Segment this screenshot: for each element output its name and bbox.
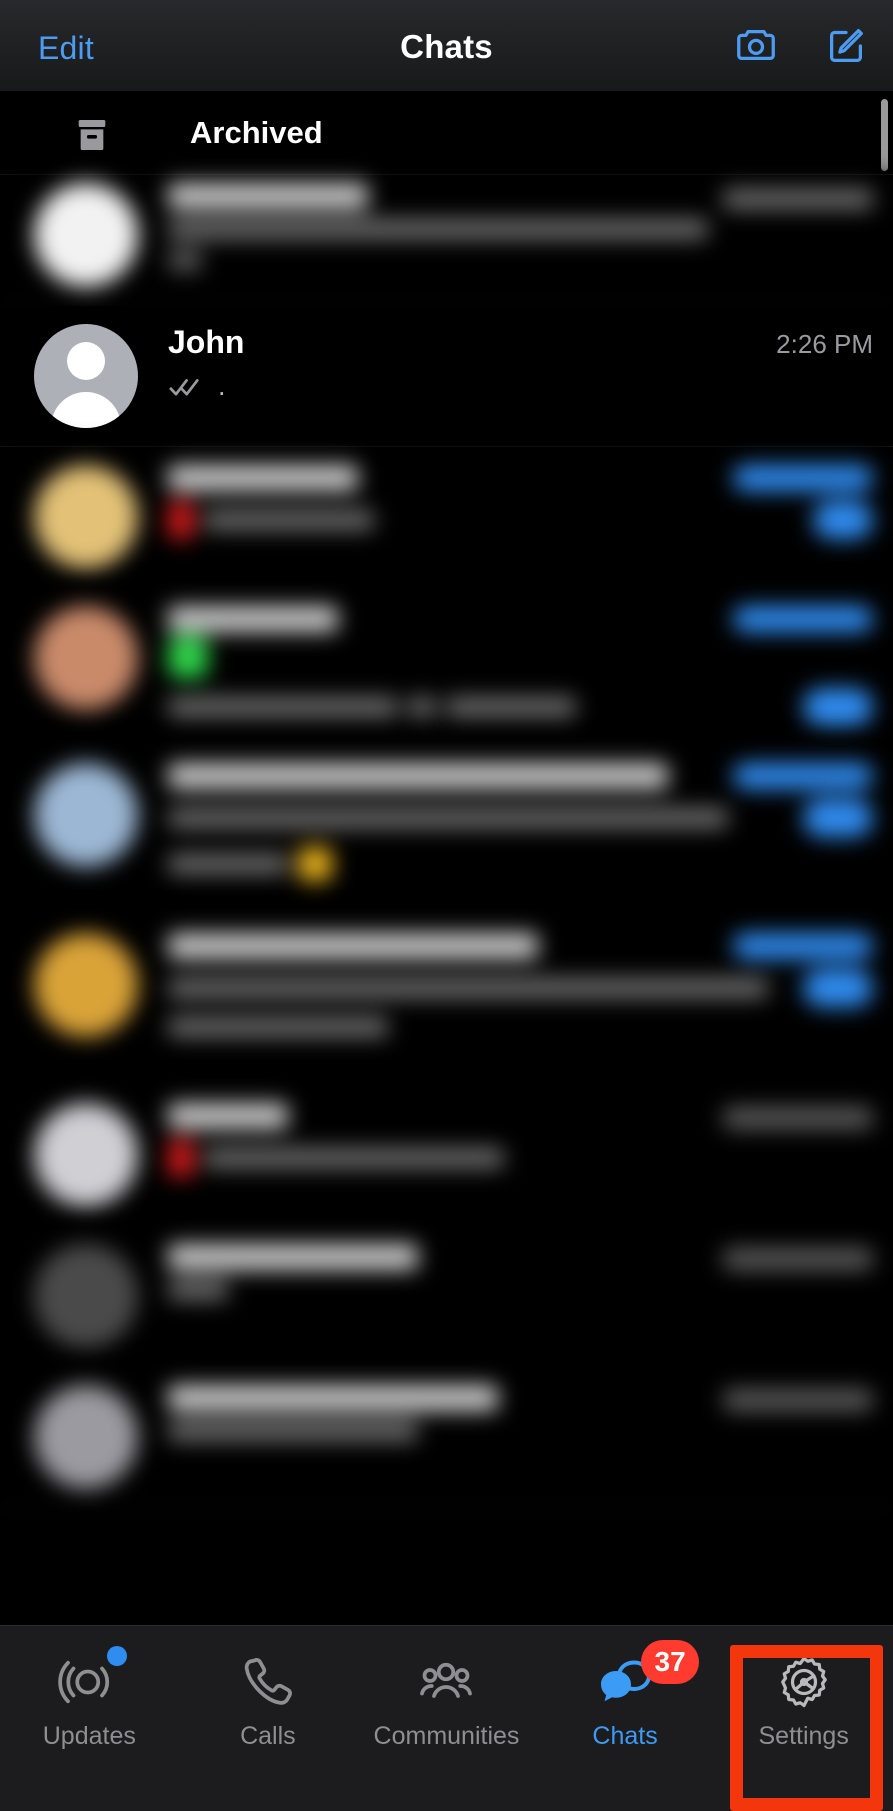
tab-calls[interactable]: Calls <box>179 1626 358 1751</box>
chat-preview <box>204 510 374 530</box>
chat-preview <box>168 1280 228 1300</box>
chat-name <box>168 933 538 959</box>
avatar <box>34 933 138 1037</box>
list-item[interactable] <box>0 745 893 915</box>
emoji-glyph <box>168 501 194 539</box>
list-item[interactable] <box>0 588 893 745</box>
navbar-actions <box>731 22 871 68</box>
compose-icon[interactable] <box>821 22 871 68</box>
unread-badge <box>803 969 873 1007</box>
list-item[interactable] <box>0 1367 893 1508</box>
archived-row[interactable]: Archived <box>0 91 893 175</box>
chat-name <box>168 606 338 632</box>
avatar <box>34 1103 138 1207</box>
unread-badge <box>803 799 873 837</box>
chat-time <box>723 1248 873 1270</box>
chat-preview <box>168 697 398 717</box>
phone-icon <box>236 1652 300 1712</box>
chat-preview <box>168 808 728 828</box>
archived-label: Archived <box>190 114 323 150</box>
unread-badge <box>168 249 202 271</box>
tab-updates[interactable]: Updates <box>0 1626 179 1751</box>
tab-settings[interactable]: Settings <box>714 1626 893 1751</box>
chat-preview <box>168 219 708 239</box>
avatar <box>34 763 138 867</box>
scrollbar[interactable] <box>881 99 888 171</box>
avatar <box>34 1244 138 1348</box>
chat-preview: . <box>218 371 226 401</box>
unread-badge <box>803 688 873 726</box>
double-check-icon <box>168 375 208 399</box>
tab-bar: Updates Calls Communities 37 Chats Setti… <box>0 1625 893 1811</box>
chat-time <box>733 606 873 632</box>
gear-icon <box>772 1652 836 1712</box>
chat-time <box>733 763 873 789</box>
tab-label-calls: Calls <box>240 1722 296 1750</box>
communities-icon <box>414 1652 478 1712</box>
chat-name: John <box>168 324 245 360</box>
navigation-bar: Edit Chats <box>0 0 893 91</box>
chat-name <box>168 1385 498 1411</box>
tab-label-updates: Updates <box>42 1722 136 1750</box>
chat-name <box>168 465 358 491</box>
chat-preview <box>168 978 768 998</box>
chats-unread-badge: 37 <box>641 1640 700 1684</box>
list-item[interactable] <box>0 1226 893 1367</box>
list-item[interactable] <box>0 915 893 1085</box>
chat-name <box>168 1244 418 1270</box>
chat-name <box>168 183 368 209</box>
avatar <box>34 1385 138 1489</box>
tab-chats[interactable]: 37 Chats <box>536 1626 715 1751</box>
chat-name <box>168 1103 288 1129</box>
list-item-john[interactable]: John 2:26 PM . <box>0 306 893 447</box>
chat-time <box>723 189 873 209</box>
list-item[interactable] <box>0 447 893 588</box>
emoji-glyph <box>168 1139 194 1177</box>
chat-time <box>723 1107 873 1129</box>
archive-box-icon <box>72 115 112 155</box>
list-item[interactable] <box>0 175 893 306</box>
avatar <box>34 324 138 428</box>
tab-communities[interactable]: Communities <box>357 1626 536 1751</box>
avatar <box>34 183 138 287</box>
chat-list[interactable]: Archived John 2:26 PM . <box>0 91 893 1625</box>
chat-time <box>733 465 873 491</box>
avatar <box>34 606 138 710</box>
camera-icon[interactable] <box>731 22 781 68</box>
tab-label-settings: Settings <box>758 1722 849 1750</box>
emoji-glyph <box>168 636 208 678</box>
chat-time: 2:26 PM <box>776 329 873 359</box>
whatsapp-chats-screen: Edit Chats Archived John 2:26 PM . Updat… <box>0 0 893 1811</box>
unread-badge <box>813 501 873 539</box>
emoji-glyph <box>298 847 332 881</box>
tab-label-chats: Chats <box>592 1722 658 1750</box>
chat-name <box>168 763 668 789</box>
chat-preview <box>168 1421 418 1441</box>
chat-time <box>733 933 873 959</box>
chat-preview <box>204 1148 504 1168</box>
tab-label-communities: Communities <box>373 1722 520 1750</box>
updates-status-dot <box>107 1646 128 1666</box>
chat-time <box>723 1389 873 1411</box>
list-item[interactable] <box>0 1085 893 1226</box>
avatar <box>34 465 138 569</box>
